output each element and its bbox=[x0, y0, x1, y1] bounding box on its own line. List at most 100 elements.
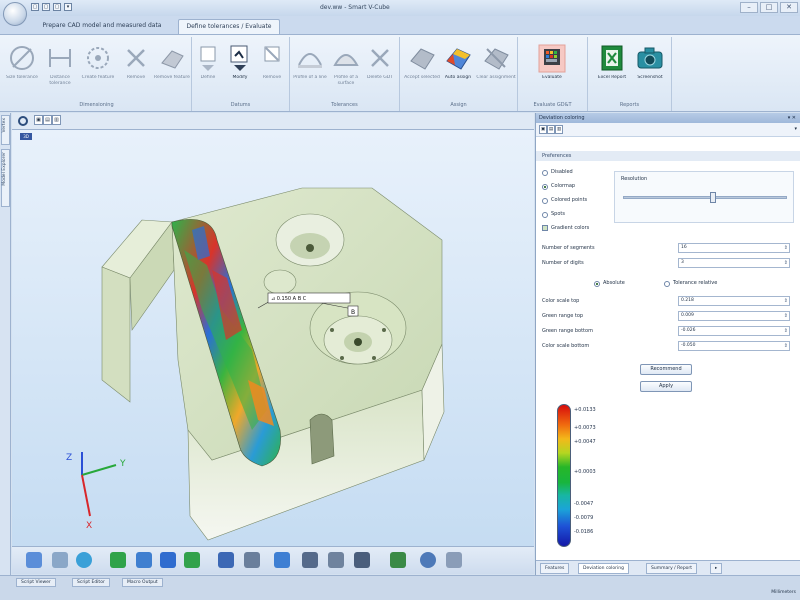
tab-features[interactable]: Features bbox=[540, 563, 570, 574]
minimize-button[interactable]: – bbox=[740, 2, 758, 13]
fit-view-icon[interactable] bbox=[184, 552, 200, 568]
radio-spots[interactable]: Spots bbox=[542, 211, 565, 218]
render-icon[interactable] bbox=[218, 552, 234, 568]
panel-view-2[interactable]: ▤ bbox=[547, 125, 555, 134]
group-tolerances: Profile of a line Profile of a surface D… bbox=[290, 37, 400, 111]
view-tab-3[interactable]: ▥ bbox=[52, 115, 61, 125]
radio-absolute-indicator bbox=[594, 280, 600, 287]
remove-feature-button[interactable]: Remove feature bbox=[152, 43, 192, 87]
tab-vertex[interactable]: Vertex bbox=[1, 115, 10, 145]
panel-close-icon[interactable]: ▾ ✕ bbox=[788, 113, 796, 123]
radio-colormap[interactable]: Colormap bbox=[542, 183, 575, 190]
color-map-icon[interactable] bbox=[390, 552, 406, 568]
panel-dropdown-icon[interactable]: ▾ bbox=[794, 126, 797, 132]
green-top-field: Green range top 0.009 bbox=[542, 311, 792, 321]
panel-view-1[interactable]: ▣ bbox=[539, 125, 547, 134]
zoom-window-icon[interactable] bbox=[446, 552, 462, 568]
gradient-colors-checkbox[interactable]: Gradient colors bbox=[542, 225, 589, 231]
grid-icon[interactable] bbox=[354, 552, 370, 568]
tab-script-viewer[interactable]: Script Viewer bbox=[16, 578, 56, 587]
scale-label-3: +0.0047 bbox=[574, 439, 596, 445]
curve-tool-icon[interactable] bbox=[160, 552, 176, 568]
color-bottom-input[interactable]: -0.050 bbox=[678, 341, 790, 351]
evaluate-label: Evaluate bbox=[542, 75, 562, 80]
shading-icon[interactable] bbox=[244, 552, 260, 568]
close-button[interactable]: ✕ bbox=[780, 2, 798, 13]
view-tab-1[interactable]: ▣ bbox=[34, 115, 43, 125]
radio-tolerance-relative[interactable]: Tolerance relative bbox=[664, 280, 717, 287]
accept-selected-button[interactable]: Accept selected bbox=[402, 43, 442, 87]
panel-view-3[interactable]: ▥ bbox=[555, 125, 563, 134]
save-icon[interactable]: ▢ bbox=[31, 3, 39, 11]
define-datum-icon bbox=[200, 46, 216, 71]
tab-prepare[interactable]: Prepare CAD model and measured data bbox=[32, 19, 172, 34]
z-axis-label: Z bbox=[66, 453, 72, 463]
maximize-button[interactable]: □ bbox=[760, 2, 778, 13]
tab-summary-report[interactable]: Summary / Report bbox=[646, 563, 698, 574]
green-top-input[interactable]: 0.009 bbox=[678, 311, 790, 321]
distance-tolerance-label: Distance tolerance bbox=[49, 75, 71, 86]
group-assign: Accept selected Auto assign Clear assign… bbox=[400, 37, 518, 111]
rotate-tool-icon[interactable] bbox=[76, 552, 92, 568]
profile-line-button[interactable]: Profile of a line bbox=[290, 43, 330, 87]
digits-input[interactable]: 3 bbox=[678, 258, 790, 268]
ribbon: Size tolerance Distance tolerance Create… bbox=[0, 34, 800, 112]
customize-icon[interactable]: ▾ bbox=[64, 3, 72, 11]
color-top-input[interactable]: 0.218 bbox=[678, 296, 790, 306]
distance-tolerance-button[interactable]: Distance tolerance bbox=[40, 43, 80, 87]
undo-icon[interactable]: ▢ bbox=[42, 3, 50, 11]
panel-toolbar: ▣ ▤ ▥ ▾ bbox=[536, 123, 800, 137]
evaluate-icon bbox=[538, 44, 566, 73]
apply-button[interactable]: Apply bbox=[640, 381, 692, 392]
tab-define-tolerances[interactable]: Define tolerances / Evaluate bbox=[178, 19, 280, 34]
delete-gdt-button[interactable]: Delete GDT bbox=[360, 43, 400, 87]
points-icon[interactable] bbox=[274, 552, 290, 568]
axis-triad: Z Y X bbox=[66, 452, 126, 531]
recommend-button[interactable]: Recommend bbox=[640, 364, 692, 375]
layers-icon[interactable] bbox=[328, 552, 344, 568]
view-tab-2[interactable]: ▤ bbox=[43, 115, 52, 125]
segments-input[interactable]: 16 bbox=[678, 243, 790, 253]
create-feature-icon bbox=[87, 47, 109, 69]
radio-absolute[interactable]: Absolute bbox=[594, 280, 625, 287]
view-cube-icon[interactable] bbox=[110, 552, 126, 568]
tab-model-explorer[interactable]: Model Explorer bbox=[1, 149, 10, 207]
auto-assign-button[interactable]: Auto assign bbox=[438, 43, 478, 87]
3d-viewport[interactable]: 3D ⊿ 0.150 A B C B Z Y X bbox=[12, 130, 534, 546]
tab-more[interactable]: ▸ bbox=[710, 563, 723, 574]
remove-datum-icon bbox=[264, 46, 280, 62]
remove-datum-label: Remove bbox=[262, 75, 282, 80]
tab-script-editor[interactable]: Script Editor bbox=[72, 578, 110, 587]
group-assign-label: Assign bbox=[450, 102, 467, 108]
gradient-colors-box bbox=[542, 225, 548, 231]
remove-datum-button[interactable]: Remove bbox=[252, 43, 292, 87]
view-target-icon[interactable] bbox=[18, 116, 28, 126]
application-menu-button[interactable] bbox=[3, 2, 27, 26]
resolution-slider[interactable] bbox=[623, 192, 787, 203]
select-tool-icon[interactable] bbox=[26, 552, 42, 568]
scale-label-4: +0.0003 bbox=[574, 469, 596, 475]
status-bar: Script Viewer Script Editor Macro Output… bbox=[0, 575, 800, 600]
resolution-slider-thumb[interactable] bbox=[710, 192, 717, 203]
size-tolerance-button[interactable]: Size tolerance bbox=[2, 43, 42, 87]
excel-report-button[interactable]: Excel Report bbox=[592, 43, 632, 87]
tab-macro-output[interactable]: Macro Output bbox=[122, 578, 163, 587]
tab-vertex-label: Vertex bbox=[2, 118, 7, 133]
radio-colored-points[interactable]: Colored points bbox=[542, 197, 587, 204]
screenshot-button[interactable]: Screenshot bbox=[630, 43, 670, 87]
radio-disabled[interactable]: Disabled bbox=[542, 169, 573, 176]
move-tool-icon[interactable] bbox=[52, 552, 68, 568]
zoom-icon[interactable] bbox=[420, 552, 436, 568]
green-bottom-label: Green range bottom bbox=[542, 328, 593, 334]
color-top-label: Color scale top bbox=[542, 298, 580, 304]
redo-icon[interactable]: ▢ bbox=[53, 3, 61, 11]
resolution-label: Resolution bbox=[621, 176, 648, 182]
create-feature-button[interactable]: Create feature bbox=[78, 43, 118, 87]
clear-assignment-button[interactable]: Clear assignment bbox=[476, 43, 516, 87]
section-tool-icon[interactable] bbox=[136, 552, 152, 568]
remove-button[interactable]: Remove bbox=[116, 43, 156, 87]
green-bottom-input[interactable]: -0.026 bbox=[678, 326, 790, 336]
evaluate-button[interactable]: Evaluate bbox=[532, 43, 572, 87]
tab-deviation-coloring[interactable]: Deviation coloring bbox=[578, 563, 629, 574]
camera-icon[interactable] bbox=[302, 552, 318, 568]
